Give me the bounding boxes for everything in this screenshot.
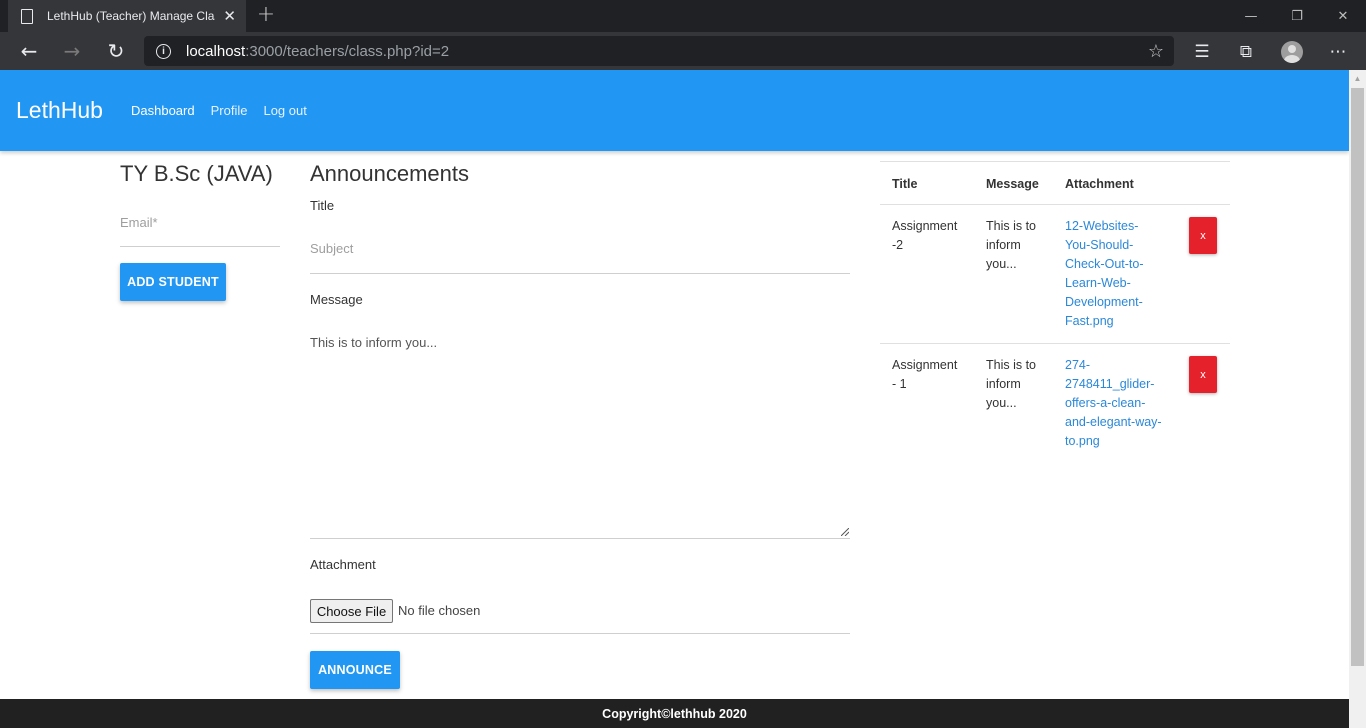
browser-tab-bar: LethHub (Teacher) Manage Class ✕ + — ❐ ✕ [0, 0, 1366, 32]
add-student-button[interactable]: ADD STUDENT [120, 263, 226, 301]
tab-title: LethHub (Teacher) Manage Class [47, 9, 216, 23]
browser-tab[interactable]: LethHub (Teacher) Manage Class ✕ [8, 0, 246, 32]
info-icon[interactable]: i [156, 43, 171, 59]
new-tab-button[interactable]: + [254, 4, 278, 28]
file-status: No file chosen [398, 603, 481, 618]
more-options-icon[interactable]: ⋯ [1325, 39, 1351, 65]
announcements-heading: Announcements [310, 161, 469, 186]
announce-button[interactable]: ANNOUNCE [310, 651, 400, 689]
row-message-line: you... [986, 257, 1017, 271]
header-message: Message [986, 177, 1039, 191]
row-message: This is to inform you... [986, 356, 1036, 413]
attachment-divider [310, 633, 850, 634]
delete-button[interactable]: x [1189, 356, 1217, 393]
nav-links: Dashboard Profile Log out [131, 103, 307, 118]
message-value: This is to inform you... [310, 335, 438, 350]
row-title-line: - 1 [892, 377, 907, 391]
attachment-line: and-elegant-way- [1065, 415, 1162, 429]
row-title: Assignment -2 [892, 217, 957, 255]
resize-grip-icon[interactable] [841, 528, 849, 536]
attachment-line: 12-Websites- [1065, 219, 1139, 233]
brand-logo[interactable]: LethHub [16, 97, 103, 124]
row-message-line: inform [986, 238, 1021, 252]
site-navbar: LethHub Dashboard Profile Log out [0, 70, 1349, 151]
delete-button[interactable]: x [1189, 217, 1217, 254]
nav-logout[interactable]: Log out [263, 103, 306, 118]
row-attachment-link[interactable]: 274- 2748411_glider- offers-a-clean- and… [1065, 356, 1162, 451]
header-attachment: Attachment [1065, 177, 1134, 191]
nav-dashboard[interactable]: Dashboard [131, 103, 195, 118]
attachment-line: Fast.png [1065, 314, 1114, 328]
scroll-up-icon[interactable]: ▲ [1349, 70, 1366, 87]
favorites-icon[interactable]: ☰ [1189, 39, 1215, 65]
restore-icon[interactable]: ❐ [1274, 0, 1320, 32]
class-title: TY B.Sc (JAVA) [120, 161, 273, 186]
row-message-line: inform [986, 377, 1021, 391]
header-title: Title [892, 177, 918, 191]
footer: Copyright©lethhub 2020 [0, 699, 1349, 728]
bookmark-star-icon[interactable]: ☆ [1148, 41, 1164, 62]
row-title-line: Assignment [892, 358, 958, 372]
attachment-line: 274- [1065, 358, 1091, 372]
profile-icon[interactable] [1279, 39, 1305, 65]
browser-toolbar: ← → ↻ i localhost:3000/teachers/class.ph… [0, 32, 1366, 70]
attachment-label: Attachment [310, 557, 376, 572]
table-row: Assignment - 1 This is to inform you... … [880, 344, 1230, 483]
row-title-line: -2 [892, 238, 904, 252]
message-textarea[interactable] [310, 322, 850, 539]
attachment-line: Development- [1065, 295, 1143, 309]
back-icon[interactable]: ← [14, 37, 44, 65]
message-label: Message [310, 292, 363, 307]
url-host: localhost [186, 42, 246, 60]
row-title-line: Assignment [892, 219, 958, 233]
email-placeholder: Email* [120, 215, 158, 230]
url-path: :3000/teachers/class.php?id=2 [245, 42, 450, 60]
attachment-line: Learn-Web- [1065, 276, 1131, 290]
scroll-thumb[interactable] [1351, 88, 1364, 666]
page-viewport: LethHub Dashboard Profile Log out TY B.S… [0, 70, 1349, 728]
table-header: Title Message Attachment [880, 161, 1230, 205]
reload-icon[interactable]: ↻ [101, 37, 131, 65]
row-message-line: This is to [986, 358, 1037, 372]
title-label: Title [310, 198, 335, 213]
address-bar[interactable]: i localhost:3000/teachers/class.php?id=2… [144, 36, 1174, 66]
attachment-line: 2748411_glider- [1065, 377, 1155, 391]
row-message: This is to inform you... [986, 217, 1036, 274]
tab-close-icon[interactable]: ✕ [223, 9, 236, 24]
page-scrollbar[interactable]: ▲ [1349, 70, 1366, 728]
minimize-icon[interactable]: — [1228, 0, 1274, 32]
table-row: Assignment -2 This is to inform you... 1… [880, 205, 1230, 344]
avatar [1281, 41, 1303, 63]
attachment-line: to.png [1065, 434, 1100, 448]
choose-file-button[interactable]: Choose File [310, 599, 393, 623]
subject-input[interactable] [310, 230, 850, 274]
close-window-icon[interactable]: ✕ [1320, 0, 1366, 32]
attachment-line: You-Should- [1065, 238, 1134, 252]
page-icon [21, 8, 33, 24]
row-message-line: you... [986, 396, 1017, 410]
collections-icon[interactable]: ⧉ [1233, 39, 1259, 65]
attachment-line: offers-a-clean- [1065, 396, 1146, 410]
row-title: Assignment - 1 [892, 356, 957, 394]
row-attachment-link[interactable]: 12-Websites- You-Should- Check-Out-to- L… [1065, 217, 1144, 331]
nav-profile[interactable]: Profile [211, 103, 248, 118]
forward-icon[interactable]: → [57, 37, 87, 65]
attachment-line: Check-Out-to- [1065, 257, 1144, 271]
row-message-line: This is to [986, 219, 1037, 233]
subject-placeholder: Subject [310, 241, 354, 256]
